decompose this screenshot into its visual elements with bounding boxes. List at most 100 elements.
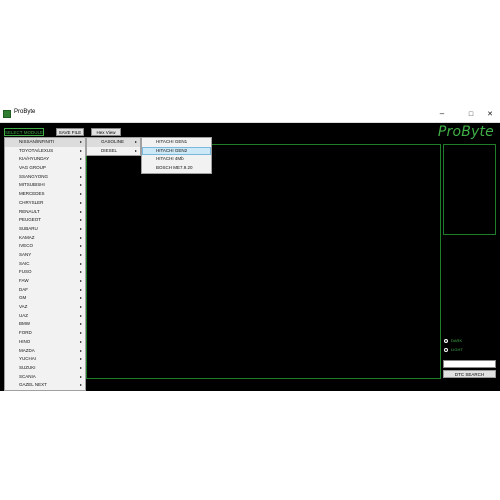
chevron-right-icon: ▸ <box>79 251 82 257</box>
brand-menu-item-label: VAZ <box>19 304 28 310</box>
brand-menu-item-label: IVECO <box>19 243 34 249</box>
save-file-button[interactable]: SAVE FILE <box>56 128 84 136</box>
brand-menu-item[interactable]: SCANIA ▸ <box>5 373 85 382</box>
brand-menu-item[interactable]: CHRYSLER ▸ <box>5 199 85 208</box>
brand-menu-item-label: RENAULT <box>19 208 40 214</box>
brand-menu-item[interactable]: FUSO ▸ <box>5 268 85 277</box>
brand-menu-item[interactable]: SANY ▸ <box>5 251 85 260</box>
chevron-right-icon: ▸ <box>79 234 82 240</box>
close-button[interactable]: ✕ <box>482 108 498 120</box>
maximize-button[interactable]: □ <box>463 108 479 120</box>
brand-menu-item-label: PEUGEOT <box>19 217 42 223</box>
radio-dot <box>444 347 448 352</box>
ecu-menu-item-label: HITACHI GEN2 <box>156 147 188 153</box>
ecu-menu-item[interactable]: HITACHI GEN2 <box>142 146 211 156</box>
chevron-right-icon: ▸ <box>79 217 82 223</box>
ecu-menu-item[interactable]: BOSCH ME7.9.20 <box>142 164 211 173</box>
chevron-right-icon: ▸ <box>79 347 82 353</box>
brand-menu-item-label: FORD <box>19 330 32 336</box>
brand-menu-item[interactable]: TOYOTA/LEXUS ▸ <box>5 147 85 156</box>
brand-menu-item-label: MITSUBISHI <box>19 182 45 188</box>
chevron-right-icon: ▸ <box>79 278 82 283</box>
theme-dark-radio[interactable]: DARK <box>444 338 474 344</box>
chevron-right-icon: ▸ <box>79 382 82 388</box>
brand-menu-item[interactable]: BMW ▸ <box>5 320 85 329</box>
minimize-button[interactable]: – <box>434 108 450 120</box>
chevron-right-icon: ▸ <box>79 225 82 231</box>
chevron-right-icon: ▸ <box>79 191 82 197</box>
brand-menu-item[interactable]: DAF ▸ <box>5 286 85 295</box>
brand-menu-item[interactable]: RENAULT ▸ <box>5 208 85 217</box>
hex-view-button[interactable]: Hex View <box>91 128 121 136</box>
chevron-right-icon: ▸ <box>79 338 82 344</box>
brand-menu-item[interactable]: FAW ▸ <box>5 277 85 286</box>
brand-menu-item[interactable]: KIA/HYUNDAY ▸ <box>5 155 85 164</box>
brand-menu-item[interactable]: GAZEL NEXT ▸ <box>5 381 85 390</box>
brand-menu-item[interactable]: MAZDA ▸ <box>5 347 85 356</box>
ecu-menu-item[interactable]: HITACHI GEN1 <box>142 138 211 147</box>
ecu-submenu: HITACHI GEN1 HITACHI GEN2 HITACHI 4Mb BOSCH… <box>141 137 212 174</box>
fuel-menu-item[interactable]: GASOLINE ▸ <box>87 138 140 147</box>
chevron-right-icon: ▸ <box>134 147 137 153</box>
brand-menu-item-label: YUCHAI <box>19 356 37 362</box>
brand-menu-item[interactable]: UAZ ▸ <box>5 312 85 321</box>
brand-menu-item[interactable]: MITSUBISHI ▸ <box>5 181 85 190</box>
brand-logo: ProByte <box>437 124 494 140</box>
chevron-right-icon: ▸ <box>79 330 82 336</box>
brand-menu-item[interactable]: YUCHAI ▸ <box>5 355 85 364</box>
theme-dark-label: DARK <box>451 338 463 343</box>
brand-menu-item[interactable]: PEUGEOT ▸ <box>5 216 85 225</box>
brand-menu-item[interactable]: SSANGYONG ▸ <box>5 173 85 182</box>
dtc-search-input[interactable] <box>443 360 496 368</box>
ecu-menu-item[interactable]: HITACHI 4Mb <box>142 155 211 164</box>
brand-menu-item-label: HINO <box>19 338 31 344</box>
app-icon <box>3 110 11 118</box>
brand-menu-item[interactable]: KAMAZ ▸ <box>5 234 85 243</box>
chevron-right-icon: ▸ <box>79 269 82 275</box>
brand-menu-item[interactable]: GM ▸ <box>5 294 85 303</box>
chevron-right-icon: ▸ <box>79 312 82 318</box>
chevron-right-icon: ▸ <box>79 260 82 266</box>
brand-menu-item-label: CHRYSLER <box>19 199 44 205</box>
select-module-button[interactable]: SELECT MODULE <box>4 128 44 136</box>
brand-menu-item[interactable]: MERCEDES ▸ <box>5 190 85 199</box>
fuel-menu-item-label: DIESEL <box>101 147 118 153</box>
brand-menu-item-label: VAG GROUP <box>19 165 46 171</box>
brand-menu-item[interactable]: VAG GROUP ▸ <box>5 164 85 173</box>
fuel-menu-item[interactable]: DIESEL ▸ <box>87 147 140 156</box>
chevron-right-icon: ▸ <box>79 173 82 179</box>
brand-menu-item-label: SCANIA <box>19 373 36 379</box>
brand-menu-item-label: FAW <box>19 278 29 283</box>
ecu-menu-item-label: BOSCH ME7.9.20 <box>156 165 193 171</box>
brand-menu-item-label: MERCEDES <box>19 191 45 197</box>
window-title: ProByte <box>14 109 36 115</box>
brand-menu-item[interactable]: IVECO ▸ <box>5 242 85 251</box>
fuel-submenu: GASOLINE ▸ DIESEL ▸ <box>86 137 141 157</box>
chevron-right-icon: ▸ <box>79 147 82 153</box>
theme-light-radio[interactable]: LIGHT <box>444 347 474 353</box>
brand-menu-item-label: MAZDA <box>19 347 35 353</box>
brand-menu-item[interactable]: VAZ ▸ <box>5 303 85 312</box>
ecu-menu-item-label: HITACHI GEN1 <box>156 139 188 144</box>
brand-menu-item-label: KAMAZ <box>19 234 35 240</box>
brand-menu-item-label: SUBARU <box>19 225 38 231</box>
brand-menu-item[interactable]: SUBARU ▸ <box>5 225 85 234</box>
brand-menu-item[interactable]: NISSAN/INFINITI ▸ <box>5 138 85 147</box>
brand-menu-item[interactable]: SUZUKI ▸ <box>5 364 85 373</box>
brand-menu: NISSAN/INFINITI ▸ TOYOTA/LEXUS ▸ KIA/HYUNDAY… <box>4 137 86 391</box>
chevron-right-icon: ▸ <box>79 286 82 292</box>
chevron-right-icon: ▸ <box>79 373 82 379</box>
chevron-right-icon: ▸ <box>79 199 82 205</box>
chevron-right-icon: ▸ <box>79 139 82 144</box>
chevron-right-icon: ▸ <box>79 182 82 188</box>
brand-menu-item-label: NISSAN/INFINITI <box>19 139 55 144</box>
chevron-right-icon: ▸ <box>79 321 82 327</box>
brand-menu-item-label: UAZ <box>19 312 28 318</box>
fuel-menu-item-label: GASOLINE <box>101 139 125 144</box>
brand-menu-item[interactable]: SAIC ▸ <box>5 260 85 269</box>
brand-menu-item[interactable]: HINO ▸ <box>5 338 85 347</box>
radio-dot-selected <box>444 338 448 343</box>
dtc-search-button[interactable]: DTC SEARCH <box>443 370 496 378</box>
brand-menu-item[interactable]: FORD ▸ <box>5 329 85 338</box>
brand-menu-item-label: BMW <box>19 321 30 327</box>
